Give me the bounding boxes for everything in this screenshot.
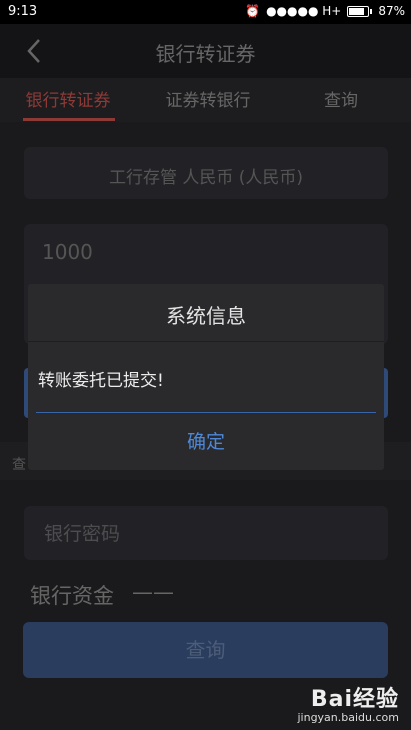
tab-bank-to-securities[interactable]: 银行转证券: [8, 78, 128, 122]
dialog-message: 转账委托已提交!: [38, 371, 164, 391]
tab-securities-to-bank[interactable]: 证券转银行: [142, 78, 274, 122]
amount-value: 1000: [42, 240, 93, 264]
watermark-brand: Bai经验: [310, 687, 399, 712]
query-button[interactable]: 查询: [23, 622, 388, 678]
dialog-title: 系统信息: [166, 304, 246, 328]
system-info-dialog: 系统信息 转账委托已提交! 确定: [28, 284, 384, 470]
battery-icon: [347, 5, 370, 17]
active-tab-indicator: [23, 118, 115, 121]
bank-password-input[interactable]: [42, 520, 366, 548]
status-time: 9:13: [8, 4, 38, 19]
baidu-watermark: Bai经验 jingyan.baidu.com: [297, 681, 399, 724]
bank-password-card: [24, 506, 388, 560]
page-title: 银行转证券: [155, 42, 256, 66]
dialog-title-divider: [28, 341, 384, 342]
signal-indicator: ●●●●● H+: [266, 4, 342, 18]
tab-bar: 银行转证券 证券转银行 查询: [0, 78, 411, 122]
account-selector[interactable]: 工行存管 人民币 (人民币): [24, 147, 388, 199]
account-label: 工行存管 人民币 (人民币): [108, 168, 304, 188]
dialog-divider: [36, 412, 376, 413]
bank-funds-value: ——: [132, 580, 174, 604]
status-bar: 9:13 ⏰ ●●●●● H+ 87%: [0, 0, 411, 24]
battery-tip: [370, 8, 373, 14]
section-label: 查: [12, 457, 26, 473]
status-indicators: ⏰ ●●●●● H+ 87%: [245, 4, 405, 18]
confirm-button[interactable]: 确定: [28, 414, 384, 470]
tab-query[interactable]: 查询: [286, 78, 396, 122]
alarm-icon: ⏰: [245, 4, 261, 18]
bank-funds-label: 银行资金: [30, 584, 114, 608]
battery-level: 87%: [378, 4, 405, 18]
watermark-url: jingyan.baidu.com: [297, 711, 399, 724]
app-header: 银行转证券: [0, 24, 411, 78]
